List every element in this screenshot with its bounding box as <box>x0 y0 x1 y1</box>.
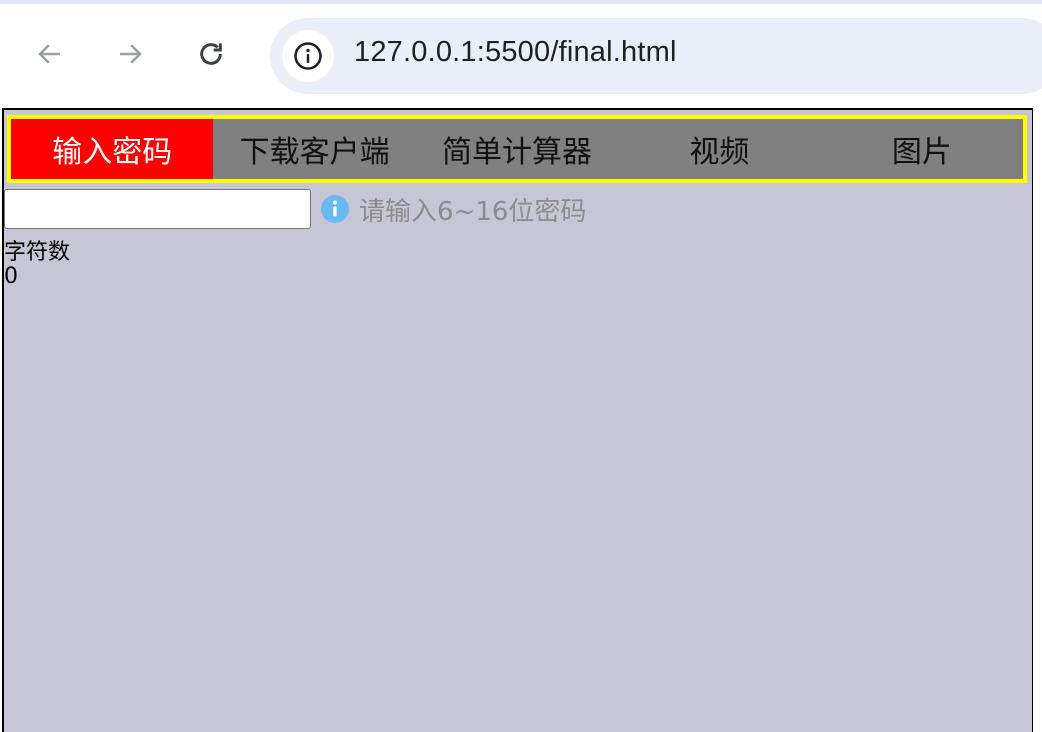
browser-toolbar: 127.0.0.1:5500/final.html <box>0 0 1042 108</box>
reload-button[interactable] <box>191 34 231 74</box>
nav-item-images[interactable]: 图片 <box>821 119 1023 179</box>
top-nav: 输入密码 下载客户端 简单计算器 视频 图片 <box>7 115 1027 183</box>
password-row: 请输入6~16位密码 <box>4 188 586 230</box>
nav-item-calculator[interactable]: 简单计算器 <box>416 119 618 179</box>
site-info-button[interactable] <box>282 30 334 82</box>
page-content: 输入密码 下载客户端 简单计算器 视频 图片 请输入6~16位密码 字符数 0 <box>2 108 1033 732</box>
password-input[interactable] <box>4 189 311 229</box>
forward-button[interactable] <box>110 34 150 74</box>
char-count-value: 0 <box>4 264 18 289</box>
nav-item-password[interactable]: 输入密码 <box>11 119 214 179</box>
info-circle-icon <box>320 194 350 224</box>
address-bar[interactable]: 127.0.0.1:5500/final.html <box>270 18 1042 94</box>
password-hint: 请输入6~16位密码 <box>359 196 587 227</box>
arrow-left-icon <box>38 44 60 64</box>
back-button[interactable] <box>30 34 70 74</box>
arrow-right-icon <box>120 44 142 64</box>
char-count-label: 字符数 <box>4 240 71 265</box>
nav-item-video[interactable]: 视频 <box>618 119 820 179</box>
url-text[interactable]: 127.0.0.1:5500/final.html <box>354 36 677 69</box>
reload-icon <box>200 43 222 65</box>
info-icon <box>294 42 322 70</box>
nav-item-download-client[interactable]: 下载客户端 <box>213 119 415 179</box>
